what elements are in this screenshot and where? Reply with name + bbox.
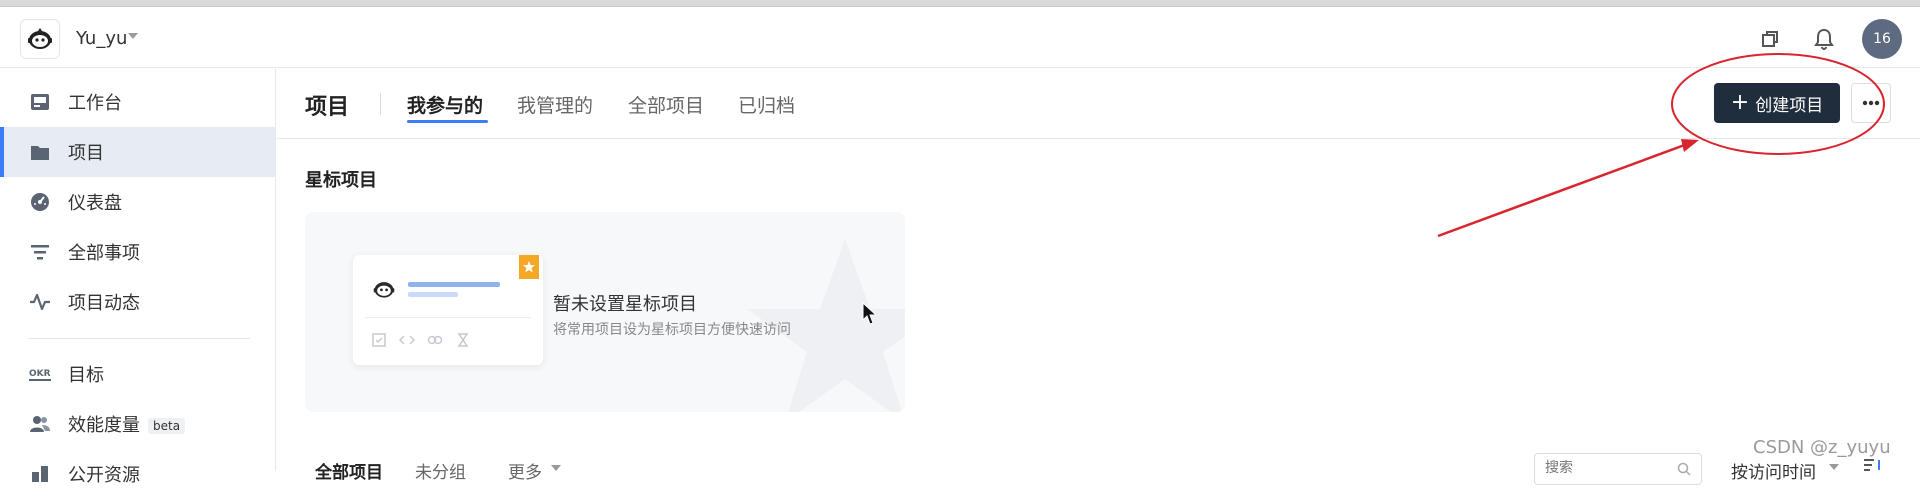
checkbox-icon [371, 332, 387, 348]
card-divider [365, 317, 531, 318]
sidebar-item-dashboard[interactable]: 仪表盘 [0, 177, 275, 227]
okr-icon: OKR [28, 362, 52, 386]
sidebar-item-projects[interactable]: 项目 [0, 127, 275, 177]
sidebar-item-label: 公开资源 [68, 465, 140, 486]
sidebar-item-activity[interactable]: 项目动态 [0, 277, 275, 327]
page-title: 项目 [305, 95, 350, 120]
sidebar-divider [28, 338, 250, 339]
sidebar-item-label: 全部事项 [68, 243, 140, 264]
empty-state-title: 暂未设置星标项目 [553, 294, 697, 315]
sidebar-item-label: 项目 [68, 143, 104, 164]
link-icon [427, 332, 443, 348]
tab-archived[interactable]: 已归档 [738, 91, 795, 118]
avatar[interactable]: 16 [1862, 19, 1902, 59]
chevron-down-icon[interactable] [1829, 464, 1839, 470]
starred-empty-panel: 暂未设置星标项目 将常用项目设为星标项目方便快速访问 [305, 212, 905, 412]
activity-icon [28, 290, 52, 314]
tab-all-projects[interactable]: 全部项目 [628, 91, 704, 118]
sidebar-item-label: 效能度量 beta [68, 411, 186, 437]
beta-badge: beta [148, 418, 186, 434]
workspace-name[interactable]: Yu_yu [76, 28, 127, 49]
code-icon [399, 332, 415, 348]
search-box[interactable] [1534, 453, 1702, 485]
bell-icon[interactable] [1810, 25, 1838, 53]
projects-header: 项目 我参与的 我管理的 全部项目 已归档 + 创建项目 [277, 69, 1920, 139]
watermark: CSDN @z_yuyu [1753, 437, 1891, 458]
sort-order-icon[interactable] [1862, 458, 1884, 471]
windows-icon[interactable] [1756, 25, 1784, 53]
placeholder-line [408, 282, 500, 287]
create-project-label: 创建项目 [1755, 95, 1824, 116]
tab-managed[interactable]: 我管理的 [517, 91, 593, 118]
chevron-down-icon[interactable] [128, 33, 138, 39]
sidebar-item-label: 仪表盘 [68, 193, 122, 214]
annotation-arrow [1437, 141, 1691, 238]
window-top-border [0, 0, 1920, 7]
title-divider [380, 93, 381, 115]
more-options-button[interactable] [1851, 83, 1891, 123]
dashboard-icon [28, 190, 52, 214]
arrowhead-icon [1681, 139, 1699, 152]
sidebar-item-goals[interactable]: OKR 目标 [0, 349, 275, 399]
star-badge-icon [519, 255, 539, 279]
folder-icon [28, 140, 52, 164]
app-logo-icon[interactable] [20, 19, 60, 59]
search-input[interactable] [1545, 454, 1675, 482]
sidebar-item-workbench[interactable]: 工作台 [0, 77, 275, 127]
sidebar-item-metrics[interactable]: 效能度量 beta [0, 399, 275, 449]
sidebar-item-all-items[interactable]: 全部事项 [0, 227, 275, 277]
active-tab-indicator [407, 120, 488, 123]
workbench-icon [28, 90, 52, 114]
search-icon [1677, 462, 1691, 476]
filter-icon [28, 240, 52, 264]
sidebar-item-label: 工作台 [68, 93, 122, 114]
sidebar-item-resources[interactable]: 公开资源 [0, 449, 275, 499]
top-bar: Yu_yu 16 [0, 7, 1920, 68]
chevron-down-icon[interactable] [551, 465, 561, 471]
plus-icon: + [1730, 90, 1750, 115]
hourglass-icon [455, 332, 471, 348]
app-logo-icon [373, 282, 395, 298]
resource-icon [28, 462, 52, 486]
empty-state-description: 将常用项目设为星标项目方便快速访问 [553, 322, 791, 338]
tab-participating[interactable]: 我参与的 [407, 91, 483, 118]
create-project-button[interactable]: + 创建项目 [1714, 83, 1840, 123]
svg-text:OKR: OKR [29, 369, 51, 379]
sidebar-item-label: 目标 [68, 365, 104, 386]
people-icon [28, 412, 52, 436]
sidebar-item-label: 项目动态 [68, 293, 140, 314]
ellipsis-icon [1862, 100, 1880, 106]
sidebar: 工作台 项目 仪表盘 全部事项 项目动态 OKR 目标 效能度量 beta 公开… [0, 69, 276, 486]
placeholder-line [408, 292, 458, 297]
starred-section-title: 星标项目 [305, 170, 377, 191]
placeholder-card [353, 255, 543, 365]
mouse-cursor-icon [862, 302, 878, 325]
